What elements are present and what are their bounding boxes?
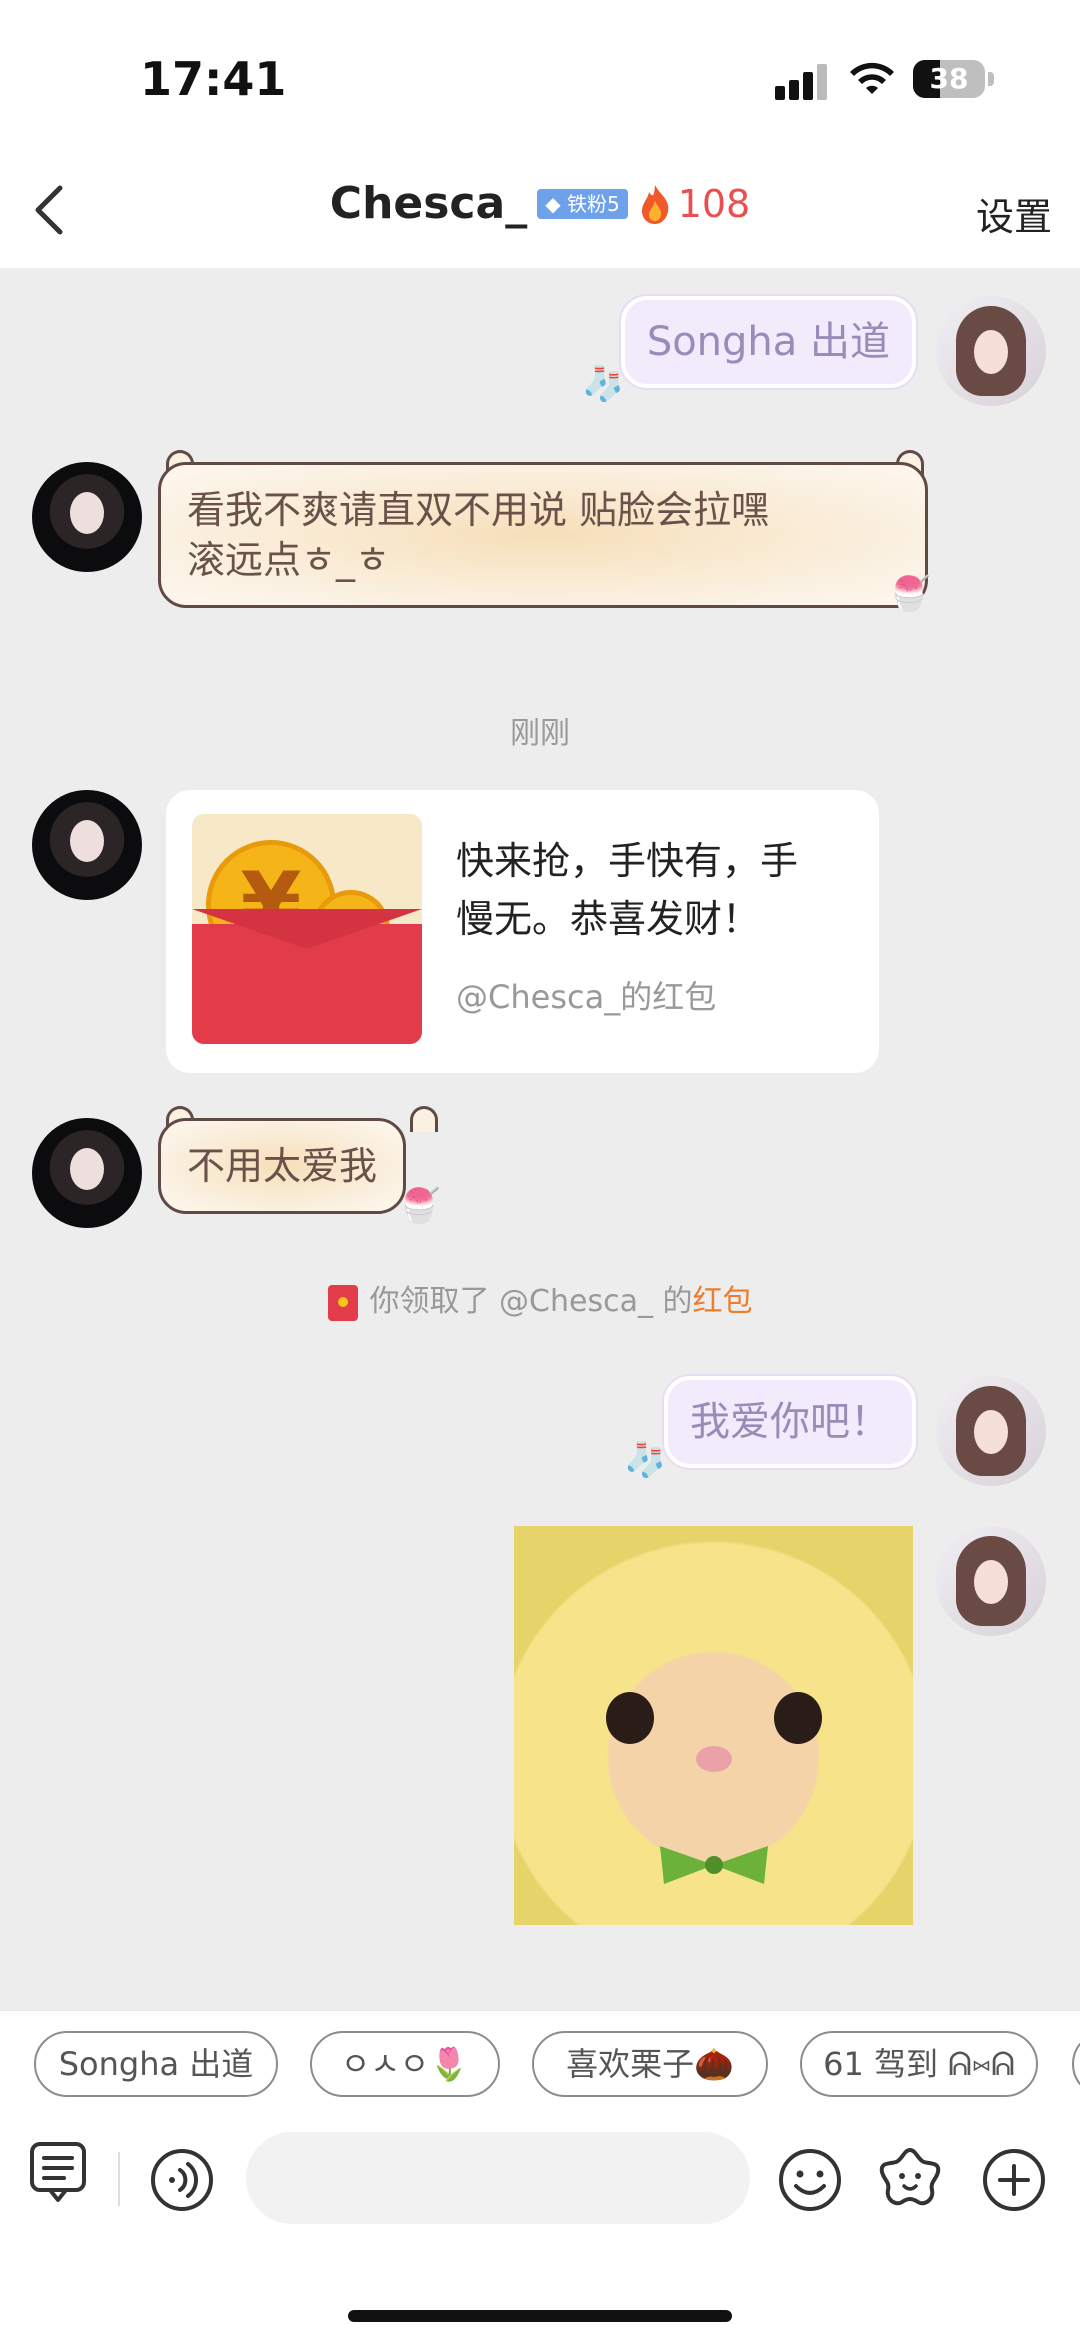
message-bubble[interactable]: 不用太爱我	[158, 1118, 407, 1214]
system-message: 你领取了 @Chesca_ 的红包	[0, 1276, 1080, 1321]
quick-reply-chip[interactable]: 61 驾到 ᕱ⑅ᕱ	[800, 2031, 1038, 2097]
status-bar: 17:41 38	[0, 0, 1080, 150]
my-avatar[interactable]	[936, 296, 1046, 406]
shaved-ice-decoration-icon: 🍧	[398, 1186, 441, 1226]
quick-reply-chip-overflow[interactable]	[1072, 2031, 1080, 2097]
timestamp: 刚刚	[510, 716, 570, 751]
shaved-ice-decoration-icon: 🍧	[888, 574, 931, 614]
cat-sticker-image[interactable]	[514, 1526, 913, 1925]
sticker-decoration-icon: 🧦	[624, 1440, 667, 1480]
voice-icon[interactable]	[150, 2148, 214, 2212]
message-text: 不用太爱我	[187, 1144, 378, 1188]
battery-icon: 38	[913, 60, 985, 98]
streak-count: 108	[677, 181, 751, 226]
red-packet-message: 快来抢，手快有，手 慢无。恭喜发财！	[456, 832, 856, 948]
title-group: Chesca_ ◆ 铁粉5 108	[0, 178, 1080, 229]
chat-header: Chesca_ ◆ 铁粉5 108 设置	[0, 150, 1080, 268]
contact-avatar[interactable]	[32, 790, 142, 900]
contact-avatar[interactable]	[32, 1118, 142, 1228]
quick-reply-chip[interactable]: 喜欢栗子🌰	[532, 2031, 768, 2097]
diamond-icon: ◆	[545, 191, 561, 216]
emoji-icon[interactable]	[778, 2148, 842, 2212]
contact-avatar[interactable]	[32, 462, 142, 572]
red-packet-icon: ¥	[192, 814, 422, 1044]
system-message-text: 你领取了 @Chesca_ 的	[369, 1284, 693, 1319]
message-text-line: 看我不爽请直双不用说 贴脸会拉嘿	[187, 488, 770, 532]
fan-badge: ◆ 铁粉5	[537, 188, 628, 219]
message-text-line: 滚远点ㅎ_ㅎ	[187, 538, 390, 582]
my-avatar[interactable]	[936, 1526, 1046, 1636]
input-bar	[0, 2122, 1080, 2342]
battery-tip	[988, 72, 994, 86]
plus-icon[interactable]	[982, 2148, 1046, 2212]
flame-icon	[641, 184, 668, 224]
settings-button[interactable]: 设置	[976, 186, 1052, 241]
sticker-icon[interactable]	[878, 2146, 942, 2210]
divider	[118, 2152, 120, 2206]
quick-reply-chip[interactable]: ㅇㅅㅇ🌷	[310, 2031, 500, 2097]
message-bubble[interactable]: 看我不爽请直双不用说 贴脸会拉嘿 滚远点ㅎ_ㅎ	[158, 462, 928, 608]
message-input[interactable]	[246, 2132, 750, 2224]
bubble-ear-decoration	[410, 1106, 438, 1132]
message-text: Songha 出道	[646, 319, 890, 365]
my-avatar[interactable]	[936, 1376, 1046, 1486]
red-packet-link[interactable]: 红包	[693, 1284, 753, 1319]
chat-title[interactable]: Chesca_	[330, 178, 527, 229]
red-packet-line: 慢无。恭喜发财！	[456, 897, 761, 941]
message-text: 我爱你吧！	[690, 1399, 890, 1445]
red-packet-small-icon	[327, 1284, 358, 1321]
status-time: 17:41	[140, 52, 287, 106]
quick-reply-chip[interactable]: Songha 出道	[34, 2031, 278, 2097]
message-bubble[interactable]: 我爱你吧！	[664, 1376, 916, 1468]
red-packet-card[interactable]: ¥ 快来抢，手快有，手 慢无。恭喜发财！ @Chesca_的红包	[166, 790, 879, 1073]
battery-level: 38	[929, 62, 969, 95]
menu-list-icon[interactable]	[28, 2140, 92, 2204]
wifi-icon	[850, 62, 894, 94]
red-packet-sender: @Chesca_的红包	[456, 978, 717, 1016]
message-bubble[interactable]: Songha 出道	[620, 296, 916, 388]
sticker-decoration-icon: 🧦	[582, 364, 625, 404]
fan-badge-label: 铁粉5	[566, 191, 620, 216]
quick-reply-bar: Songha 出道 ㅇㅅㅇ🌷 喜欢栗子🌰 61 驾到 ᕱ⑅ᕱ	[0, 2010, 1080, 2122]
signal-icon	[775, 64, 831, 100]
home-indicator	[348, 2310, 732, 2322]
red-packet-line: 快来抢，手快有，手	[456, 839, 799, 883]
